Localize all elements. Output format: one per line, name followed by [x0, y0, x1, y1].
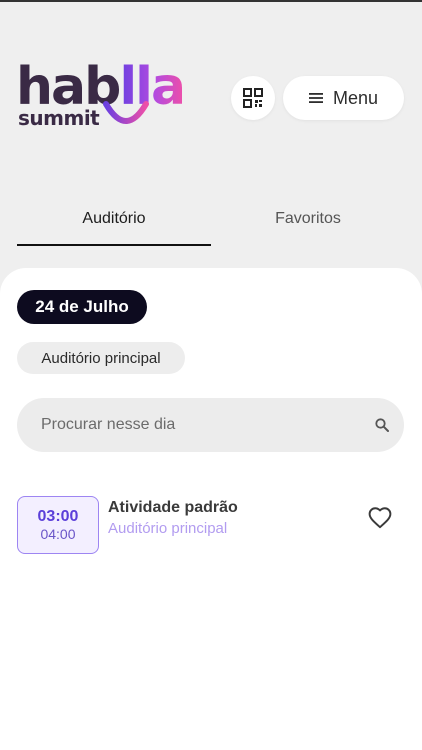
qr-code-button[interactable] [231, 76, 275, 120]
session-start-time: 03:00 [37, 508, 79, 525]
tab-auditorio[interactable]: Auditório [17, 200, 211, 248]
menu-label: Menu [332, 87, 379, 108]
session-end-time: 04:00 [40, 526, 76, 542]
session-title: Atividade padrão [108, 499, 238, 516]
habla-summit-logo: hablla summit [16, 58, 186, 134]
search-bar[interactable] [17, 398, 404, 452]
active-tab-indicator [17, 244, 211, 246]
hamburger-icon [308, 93, 323, 103]
session-item[interactable]: 03:00 04:00 Atividade padrão Auditório p… [17, 496, 404, 554]
session-room: Auditório principal [108, 520, 228, 537]
top-border [0, 0, 422, 2]
logo-smile-mark [103, 101, 149, 124]
room-filter-chip[interactable]: Auditório principal [17, 342, 185, 374]
heart-outline-icon[interactable] [367, 505, 393, 531]
qr-code-icon [243, 88, 263, 108]
tab-favoritos[interactable]: Favoritos [211, 200, 405, 248]
tab-favoritos-label: Favoritos [275, 210, 341, 227]
tab-auditorio-label: Auditório [82, 210, 146, 227]
date-filter-pill[interactable]: 24 de Julho [17, 290, 147, 324]
search-input[interactable] [41, 398, 361, 452]
menu-button[interactable]: Menu [283, 76, 404, 120]
search-icon[interactable] [375, 418, 389, 432]
session-time-box: 03:00 04:00 [17, 496, 99, 554]
logo-subtitle: summit [18, 106, 100, 130]
